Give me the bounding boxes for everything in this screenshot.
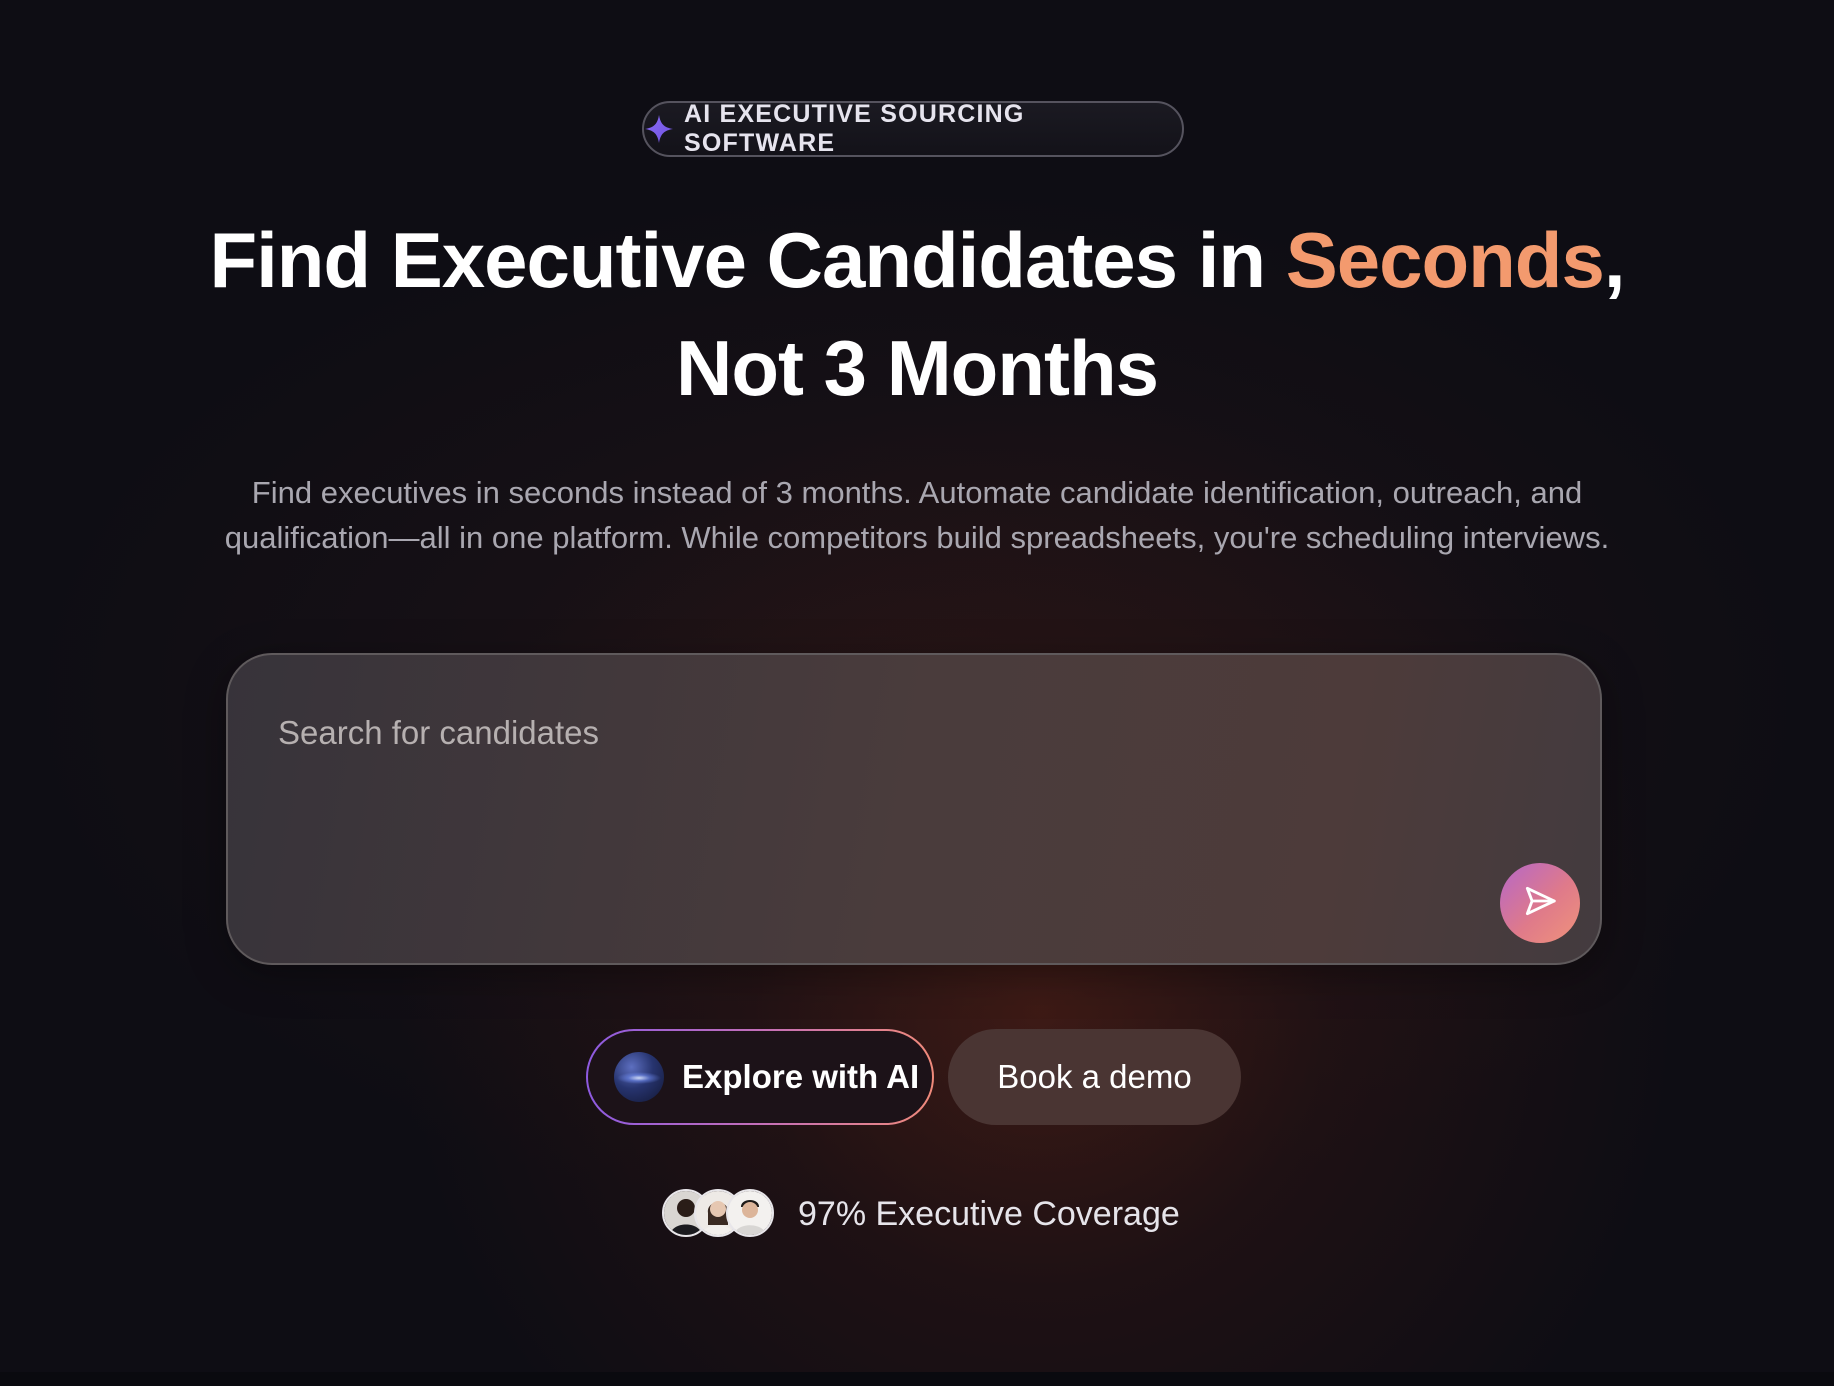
send-button[interactable] xyxy=(1500,863,1580,943)
search-input[interactable] xyxy=(276,707,1480,759)
title-line-2: Not 3 Months xyxy=(676,324,1159,412)
title-accent: Seconds xyxy=(1285,216,1605,304)
explore-label: Explore with AI xyxy=(682,1058,920,1095)
sparkle-icon xyxy=(644,114,674,144)
book-demo-button[interactable]: Book a demo xyxy=(948,1029,1241,1125)
ai-orb-icon xyxy=(614,1052,664,1102)
avatar xyxy=(726,1189,774,1237)
send-icon xyxy=(1521,882,1559,925)
title-text: Find Executive Candidates in xyxy=(209,216,1286,304)
action-buttons: Explore with AI Book a demo xyxy=(586,1029,1241,1125)
badge-label: AI EXECUTIVE SOURCING SOFTWARE xyxy=(684,100,1025,157)
title-line-1: Find Executive Candidates in Seconds, xyxy=(0,206,1834,314)
search-box xyxy=(226,653,1602,965)
explore-button-inner: Explore with AI xyxy=(588,1031,932,1123)
page-subtitle: Find executives in seconds instead of 3 … xyxy=(224,475,1610,555)
avatar-stack xyxy=(662,1189,776,1239)
coverage-stat: 97% Executive Coverage xyxy=(662,1189,1180,1239)
explore-with-ai-button[interactable]: Explore with AI xyxy=(586,1029,934,1125)
page-title: Find Executive Candidates in Seconds, No… xyxy=(0,206,1834,422)
coverage-label: 97% Executive Coverage xyxy=(798,1194,1180,1233)
page-footer-edge xyxy=(0,1372,1834,1386)
category-badge: AI EXECUTIVE SOURCING SOFTWARE xyxy=(642,100,1184,157)
hero-page: AI EXECUTIVE SOURCING SOFTWARE Find Exec… xyxy=(0,0,1834,1386)
title-comma: , xyxy=(1603,216,1626,304)
